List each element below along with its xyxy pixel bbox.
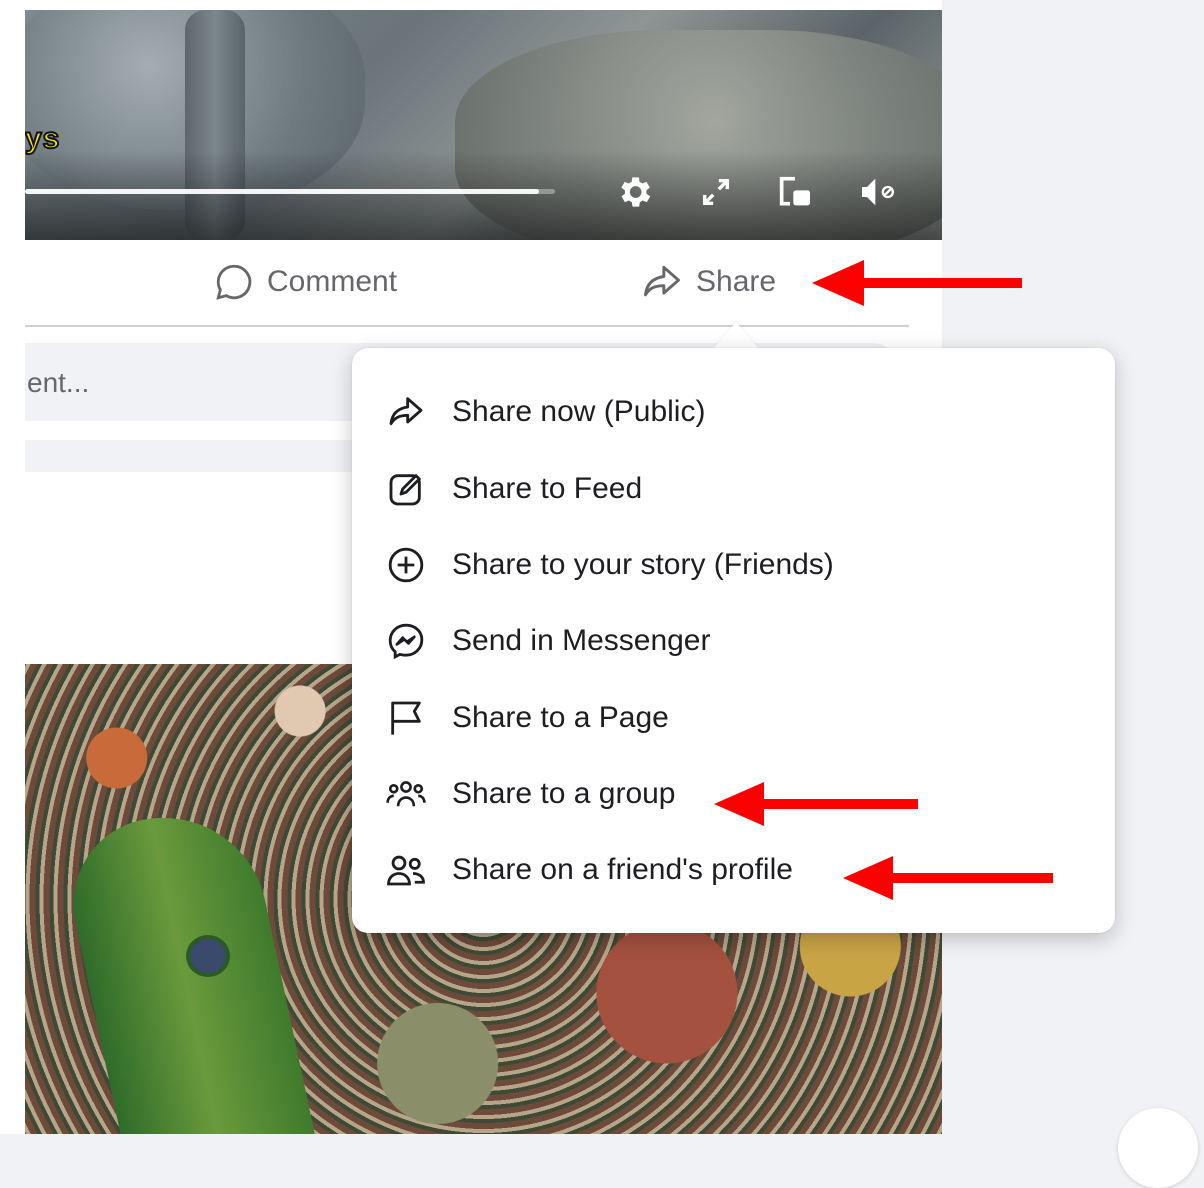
menu-item-label: Send in Messenger: [452, 624, 711, 657]
share-button[interactable]: Share: [640, 262, 776, 302]
annotation-arrow-share: [812, 260, 1022, 306]
menu-item-label: Share to a group: [452, 777, 676, 810]
share-label: Share: [696, 265, 777, 298]
menu-item-share-to-feed[interactable]: Share to Feed: [382, 459, 642, 519]
menu-item-share-now[interactable]: Share now (Public): [382, 382, 705, 442]
comment-button[interactable]: Comment: [213, 262, 397, 302]
comment-label: Comment: [267, 265, 398, 298]
menu-item-label: Share to your story (Friends): [452, 548, 834, 581]
menu-item-share-on-friends-profile[interactable]: Share on a friend's profile: [382, 840, 793, 900]
action-divider: [25, 325, 909, 327]
video-caption: ys: [25, 121, 61, 156]
menu-item-share-to-group[interactable]: Share to a group: [382, 764, 676, 824]
messenger-icon: [382, 617, 430, 665]
menu-item-label: Share to Feed: [452, 472, 643, 505]
friends-icon: [382, 846, 430, 894]
comment-bubble-icon: [216, 264, 252, 300]
post-action-bar: Comment Share: [25, 240, 942, 326]
eel-shape: [57, 798, 323, 1134]
floating-action-button[interactable]: [1118, 1108, 1198, 1188]
flag-icon: [382, 694, 430, 742]
menu-item-share-to-story[interactable]: Share to your story (Friends): [382, 535, 834, 595]
volume-muted-icon: [862, 178, 894, 206]
plus-circle-icon: [382, 541, 430, 589]
video-progress-bar[interactable]: [25, 189, 555, 194]
annotation-arrow-friends-profile: [843, 856, 1053, 900]
menu-item-send-in-messenger[interactable]: Send in Messenger: [382, 611, 711, 671]
video-pip-button[interactable]: [773, 170, 817, 214]
video-player[interactable]: ys: [25, 10, 942, 240]
share-arrow-icon: [382, 388, 430, 436]
expand-icon: [702, 178, 730, 206]
share-arrow-icon: [644, 265, 680, 297]
share-menu: Share now (Public) Share to Feed Share t…: [352, 348, 1115, 933]
picture-in-picture-icon: [779, 176, 810, 206]
gear-icon: [621, 177, 651, 207]
video-settings-button[interactable]: [612, 170, 656, 214]
video-mute-button[interactable]: [855, 170, 899, 214]
menu-caret: [712, 322, 760, 350]
group-icon: [382, 770, 430, 818]
annotation-arrow-group: [714, 782, 918, 826]
eel-eye: [190, 939, 226, 973]
menu-item-label: Share on a friend's profile: [452, 853, 793, 886]
video-progress-fill: [25, 189, 540, 194]
menu-item-share-to-page[interactable]: Share to a Page: [382, 688, 669, 748]
menu-item-label: Share now (Public): [452, 395, 706, 428]
edit-icon: [382, 465, 430, 513]
menu-item-label: Share to a Page: [452, 701, 669, 734]
video-fullscreen-button[interactable]: [694, 170, 738, 214]
